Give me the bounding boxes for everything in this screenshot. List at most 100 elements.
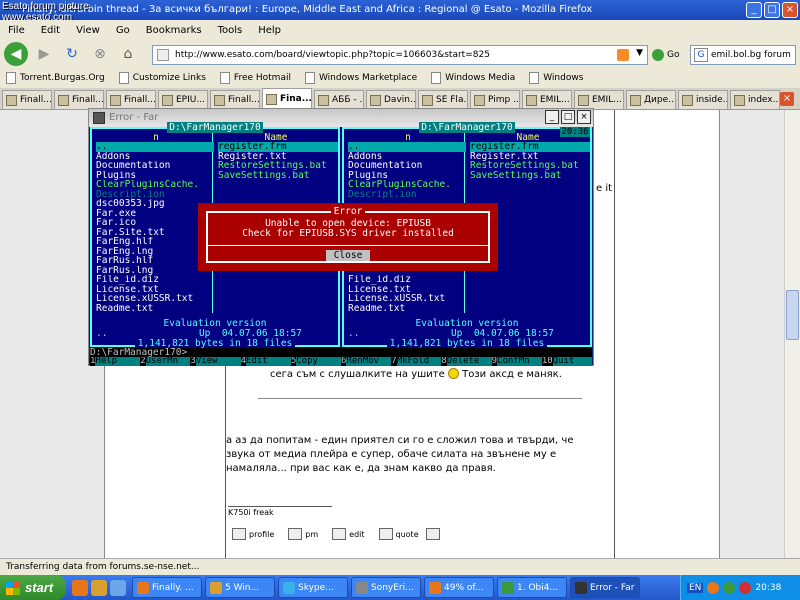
- function-key[interactable]: 8 Delete: [441, 357, 492, 366]
- search-input[interactable]: G emil.bol.bg forum: [690, 45, 796, 65]
- file-entry[interactable]: Descript.ion: [96, 190, 214, 200]
- vertical-scrollbar[interactable]: [784, 110, 800, 558]
- function-key[interactable]: 2 UserMn: [140, 357, 191, 366]
- menu-bookmarks[interactable]: Bookmarks: [146, 25, 202, 36]
- tray-firefox-icon[interactable]: [707, 581, 720, 594]
- function-key[interactable]: 9 ConfMn: [492, 357, 542, 366]
- file-entry[interactable]: License.xUSSR.txt: [348, 294, 466, 304]
- file-entry[interactable]: SaveSettings.bat: [218, 171, 338, 181]
- file-entry[interactable]: ..: [96, 142, 214, 152]
- taskbar-item[interactable]: 5 Win...: [205, 577, 275, 598]
- forward-button[interactable]: ▶: [32, 42, 56, 66]
- language-indicator[interactable]: EN: [687, 582, 704, 593]
- file-entry[interactable]: License.xUSSR.txt: [96, 294, 214, 304]
- browser-tab[interactable]: EMIL...: [574, 90, 624, 109]
- file-entry[interactable]: ClearPluginsCache.: [348, 180, 466, 190]
- file-entry[interactable]: FarRus.lng: [96, 266, 214, 276]
- file-entry[interactable]: Descript.ion: [348, 190, 466, 200]
- browser-tab[interactable]: Дире...: [626, 90, 676, 109]
- minimize-button[interactable]: _: [746, 2, 762, 18]
- file-entry[interactable]: Register.txt: [218, 152, 338, 162]
- browser-tab[interactable]: Davin...: [366, 90, 416, 109]
- file-entry[interactable]: File_id.diz: [348, 275, 466, 285]
- taskbar-item[interactable]: 1. Obi4...: [497, 577, 567, 598]
- file-entry[interactable]: register.frm: [218, 142, 338, 152]
- file-entry[interactable]: Documentation: [348, 161, 466, 171]
- stop-button[interactable]: ⊗: [88, 42, 112, 66]
- function-key[interactable]: 3 View: [190, 357, 241, 366]
- function-key[interactable]: 4 Edit: [241, 357, 291, 366]
- far-maximize-button[interactable]: □: [561, 110, 575, 124]
- browser-tab[interactable]: Finall...: [106, 90, 156, 109]
- far-minimize-button[interactable]: _: [545, 110, 559, 124]
- url-dropdown-icon[interactable]: ▼: [636, 48, 643, 58]
- file-entry[interactable]: Far.Site.txt: [96, 228, 214, 238]
- file-entry[interactable]: Plugins: [96, 171, 214, 181]
- browser-tab[interactable]: EMIL...: [522, 90, 572, 109]
- file-entry[interactable]: register.frm: [470, 142, 590, 152]
- file-entry[interactable]: Addons: [348, 152, 466, 162]
- back-button[interactable]: ◀: [4, 42, 28, 66]
- rss-feed-icon[interactable]: [617, 49, 629, 61]
- menu-help[interactable]: Help: [258, 25, 281, 36]
- browser-tab[interactable]: АББ - ...: [314, 90, 364, 109]
- scrollbar-thumb[interactable]: [786, 290, 799, 340]
- function-key[interactable]: 1 Help: [90, 357, 141, 366]
- bookmark-item[interactable]: Torrent.Burgas.Org: [6, 72, 105, 84]
- file-entry[interactable]: Plugins: [348, 171, 466, 181]
- file-entry[interactable]: dsc00353.jpg: [96, 199, 214, 209]
- menu-view[interactable]: View: [76, 25, 100, 36]
- close-button[interactable]: ×: [782, 2, 798, 18]
- menu-edit[interactable]: Edit: [41, 25, 60, 36]
- browser-tab[interactable]: Finall...: [54, 90, 104, 109]
- browser-tab[interactable]: index....: [730, 90, 780, 109]
- menu-tools[interactable]: Tools: [218, 25, 243, 36]
- start-button[interactable]: start: [0, 575, 66, 600]
- file-entry[interactable]: Documentation: [96, 161, 214, 171]
- bookmark-item[interactable]: Customize Links: [118, 72, 206, 84]
- file-entry[interactable]: FarEng.lng: [96, 247, 214, 257]
- browser-tab[interactable]: Finall...: [2, 90, 52, 109]
- taskbar-item[interactable]: Finally. ...: [132, 577, 202, 598]
- function-key[interactable]: 10 Quit: [542, 357, 593, 366]
- taskbar-item[interactable]: SonyEri...: [351, 577, 421, 598]
- file-entry[interactable]: Addons: [96, 152, 214, 162]
- taskbar-item[interactable]: Skype...: [278, 577, 348, 598]
- taskbar-item[interactable]: 49% of...: [424, 577, 494, 598]
- file-entry[interactable]: License.txt: [96, 285, 214, 295]
- browser-tab[interactable]: Fina...: [262, 88, 312, 109]
- bookmark-item[interactable]: Windows: [529, 72, 583, 84]
- pm-button[interactable]: pm: [288, 528, 318, 540]
- file-entry[interactable]: Readme.txt: [348, 304, 466, 314]
- profile-button[interactable]: profile: [232, 528, 274, 540]
- url-field[interactable]: http://www.esato.com/board/viewtopic.php…: [152, 45, 648, 65]
- tray-antivirus-icon[interactable]: [739, 581, 752, 594]
- command-prompt[interactable]: D:\FarManager170>: [90, 348, 592, 357]
- taskbar-item[interactable]: Error - Far: [570, 577, 640, 598]
- file-entry[interactable]: ClearPluginsCache.: [96, 180, 214, 190]
- browser-tab[interactable]: inside...: [678, 90, 728, 109]
- file-entry[interactable]: FarEng.hlf: [96, 237, 214, 247]
- file-entry[interactable]: Register.txt: [470, 152, 590, 162]
- file-entry[interactable]: Far.exe: [96, 209, 214, 219]
- file-entry[interactable]: FarRus.hlf: [96, 256, 214, 266]
- folder-icon[interactable]: [91, 579, 107, 596]
- file-entry[interactable]: Far.ico: [96, 218, 214, 228]
- menu-go[interactable]: Go: [116, 25, 130, 36]
- go-button[interactable]: Go: [652, 45, 686, 65]
- close-dialog-button[interactable]: Close: [326, 250, 370, 261]
- maximize-button[interactable]: □: [764, 2, 780, 18]
- function-key[interactable]: 7 MkFold: [391, 357, 442, 366]
- file-entry[interactable]: RestoreSettings.bat: [470, 161, 590, 171]
- file-entry[interactable]: File_id.diz: [96, 275, 214, 285]
- far-close-button[interactable]: ×: [577, 110, 591, 124]
- bookmark-item[interactable]: Free Hotmail: [219, 72, 291, 84]
- bookmark-item[interactable]: Windows Marketplace: [304, 72, 417, 84]
- file-entry[interactable]: Readme.txt: [96, 304, 214, 314]
- tray-network-icon[interactable]: [723, 581, 736, 594]
- quote-button[interactable]: quote: [378, 528, 440, 540]
- file-entry[interactable]: License.txt: [348, 285, 466, 295]
- bookmark-item[interactable]: Windows Media: [431, 72, 515, 84]
- function-key[interactable]: 6 RenMov: [341, 357, 392, 366]
- file-entry[interactable]: SaveSettings.bat: [470, 171, 590, 181]
